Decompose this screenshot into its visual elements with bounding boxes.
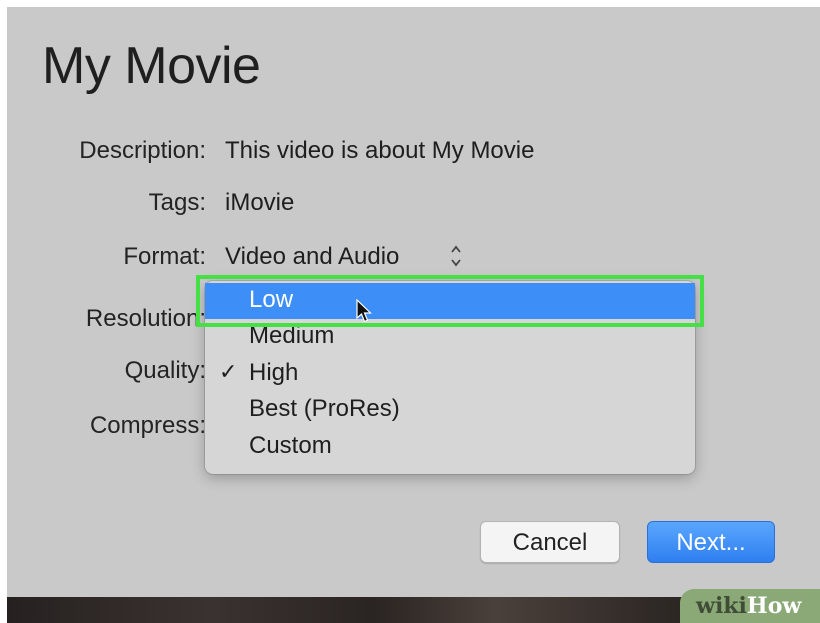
description-label: Description: (79, 137, 206, 164)
format-label: Format: (123, 243, 206, 270)
chevron-updown-icon[interactable] (450, 243, 462, 269)
resolution-label: Resolution: (85, 305, 206, 332)
watermark-part-1: wiki (696, 593, 747, 619)
next-button[interactable]: Next... (647, 521, 775, 563)
page-title: My Movie (42, 37, 261, 95)
quality-label: Quality: (124, 357, 206, 384)
menu-item-best-prores[interactable]: Best (ProRes) (205, 392, 695, 428)
annotation-highlight-box (196, 275, 704, 327)
tags-field[interactable]: iMovie (225, 189, 294, 217)
menu-item-high[interactable]: ✓ High (205, 356, 695, 392)
format-select[interactable]: Video and Audio (225, 243, 399, 271)
checkmark-icon: ✓ (219, 359, 238, 384)
compress-label: Compress: (89, 412, 206, 439)
cancel-button[interactable]: Cancel (480, 521, 620, 563)
watermark-part-2: How (746, 593, 802, 619)
wikihow-watermark: wikiHow (680, 589, 820, 623)
description-field[interactable]: This video is about My Movie (225, 137, 534, 165)
tags-label: Tags: (148, 189, 206, 216)
mouse-pointer-icon (356, 299, 372, 323)
menu-item-label: Custom (249, 432, 332, 459)
menu-item-label: Best (ProRes) (249, 395, 400, 422)
menu-item-custom[interactable]: Custom (205, 429, 695, 465)
menu-item-label: High (249, 359, 299, 386)
